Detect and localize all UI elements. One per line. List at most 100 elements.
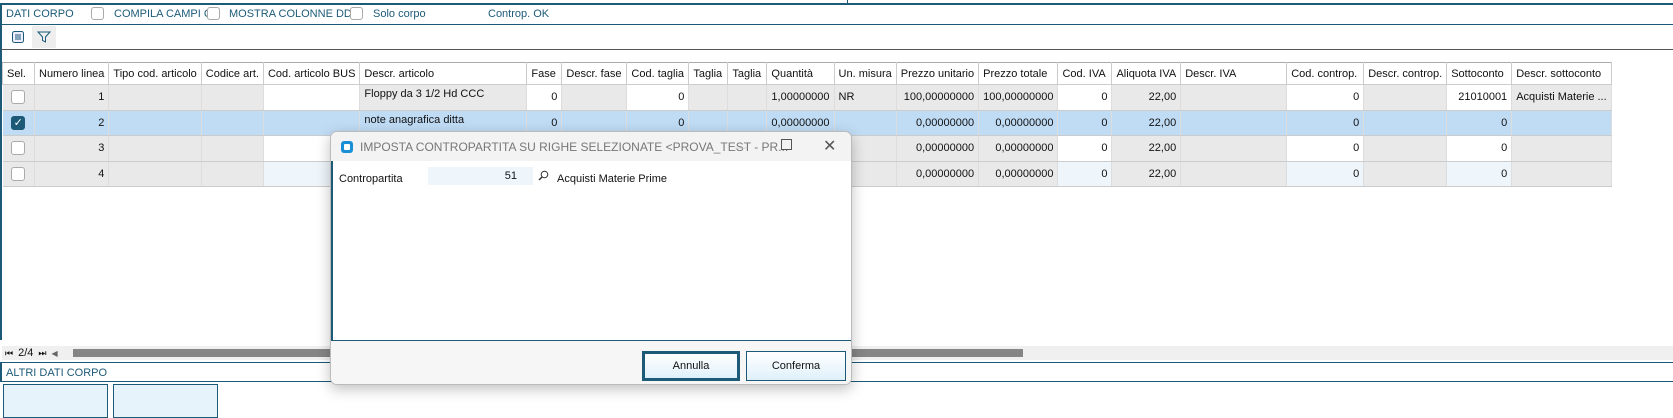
table-cell[interactable]: 0 [1446,135,1513,162]
table-cell[interactable] [1180,135,1288,162]
table-cell[interactable]: 22,00 [1111,135,1182,162]
contropartita-input[interactable]: 51 [428,167,533,185]
column-header[interactable]: Tipo cod. articolo [108,62,202,85]
table-cell[interactable] [108,110,202,136]
table-cell[interactable]: 0 [1057,135,1113,162]
column-header[interactable]: Descr. controp. [1363,62,1448,85]
table-cell[interactable]: 0 [1446,161,1513,187]
column-header[interactable]: Quantità [766,62,835,85]
column-header[interactable]: Prezzo totale [978,62,1059,85]
column-header[interactable]: Descr. articolo [359,62,528,85]
column-header[interactable]: Descr. fase [561,62,628,85]
table-cell[interactable] [1363,135,1448,162]
table-cell[interactable] [108,161,202,187]
table-cell[interactable]: 3 [34,135,110,162]
table-cell[interactable] [727,84,768,111]
table-cell[interactable]: 100,00000000 [978,84,1059,111]
table-cell[interactable]: 21010001 [1446,84,1513,111]
mostra-checkbox[interactable] [207,7,220,20]
table-cell[interactable]: 0 [1057,161,1113,187]
table-cell[interactable] [201,161,264,187]
column-header[interactable]: Sottoconto [1446,62,1513,85]
table-cell[interactable]: Floppy da 3 1/2 Hd CCC [359,84,528,111]
filter-icon[interactable] [32,26,56,48]
table-cell[interactable] [108,135,202,162]
table-cell[interactable]: 4 [34,161,110,187]
table-cell[interactable]: 1,00000000 [766,84,835,111]
table-cell[interactable]: 22,00 [1111,161,1182,187]
column-header[interactable]: Numero linea [33,62,110,85]
table-cell[interactable] [1363,110,1448,136]
minimize-icon[interactable]: — [735,140,747,154]
table-cell[interactable]: 0,00000000 [978,110,1059,136]
table-cell[interactable] [1511,135,1612,162]
table-cell[interactable]: NR [834,84,897,111]
table-cell[interactable] [561,84,628,111]
table-cell[interactable] [2,135,35,162]
table-cell[interactable] [108,84,202,111]
column-header[interactable]: Cod. taglia [626,62,690,85]
table-cell[interactable]: 0,00000000 [978,161,1059,187]
table-cell[interactable]: 0 [1286,161,1365,187]
row-checkbox[interactable] [11,141,26,156]
cancel-button[interactable]: Annulla [642,351,740,381]
table-cell[interactable] [1180,161,1288,187]
solo-corpo-checkbox[interactable] [350,7,363,20]
table-cell[interactable] [1363,161,1448,187]
table-cell[interactable]: ✓ [2,110,35,136]
table-cell[interactable] [201,110,264,136]
table-cell[interactable] [1363,84,1448,111]
column-header[interactable]: Codice art. [200,62,264,85]
table-cell[interactable] [1511,110,1612,136]
table-row[interactable]: 1 Floppy da 3 1/2 Hd CCC 0 0 1,00000000 NR 100… [2,84,1612,111]
column-header[interactable]: Descr. IVA [1180,62,1288,85]
column-header[interactable]: Sel. [2,62,35,85]
table-cell[interactable]: 22,00 [1111,84,1182,111]
column-header[interactable]: Un. misura [833,62,897,85]
table-cell[interactable]: 0,00000000 [896,135,980,162]
column-header[interactable]: Fase [526,62,563,85]
table-cell[interactable]: 0 [1057,84,1113,111]
scroll-left-icon[interactable]: ◀ [52,349,58,358]
tab-1[interactable] [3,384,108,418]
last-page-icon[interactable]: ⏭ [38,348,46,359]
table-cell[interactable] [2,84,35,111]
tab-2[interactable] [113,384,218,418]
column-header[interactable]: Taglia [727,62,768,85]
search-icon[interactable] [538,170,549,181]
table-cell[interactable] [1180,84,1288,111]
column-header[interactable]: Cod. IVA [1057,62,1113,85]
table-cell[interactable] [201,84,264,111]
table-cell[interactable]: 0,00000000 [896,161,980,187]
row-checkbox[interactable] [11,90,26,105]
row-checkbox[interactable] [11,166,26,181]
table-cell[interactable]: 0 [1286,110,1365,136]
table-cell[interactable]: 2 [34,110,110,136]
maximize-icon[interactable] [781,139,792,150]
table-cell[interactable]: 22,00 [1111,110,1182,136]
table-cell[interactable]: 0 [1286,84,1365,111]
table-cell[interactable]: Acquisti Materie ... [1511,84,1612,111]
column-header[interactable]: Cod. controp. [1286,62,1365,85]
list-icon[interactable] [6,26,30,48]
table-cell[interactable] [201,135,264,162]
table-cell[interactable]: 1 [34,84,110,111]
first-page-icon[interactable]: ⏮ [5,348,13,359]
column-header[interactable]: Descr. sottoconto [1511,62,1612,85]
table-cell[interactable]: 0,00000000 [896,110,980,136]
table-cell[interactable]: 0 [1446,110,1513,136]
row-checkbox[interactable]: ✓ [11,115,26,130]
table-cell[interactable] [1180,110,1288,136]
column-header[interactable]: Taglia [688,62,729,85]
table-cell[interactable] [1511,161,1612,187]
compila-checkbox[interactable] [91,7,104,20]
table-cell[interactable] [688,84,729,111]
table-cell[interactable]: 0 [526,84,563,111]
table-cell[interactable] [263,84,361,111]
confirm-button[interactable]: Conferma [746,351,846,381]
column-header[interactable]: Aliquota IVA [1111,62,1182,85]
close-icon[interactable]: ✕ [823,136,836,156]
table-cell[interactable]: 100,00000000 [896,84,980,111]
column-header[interactable]: Cod. articolo BUS [262,62,361,85]
table-cell[interactable]: 0 [1057,110,1113,136]
